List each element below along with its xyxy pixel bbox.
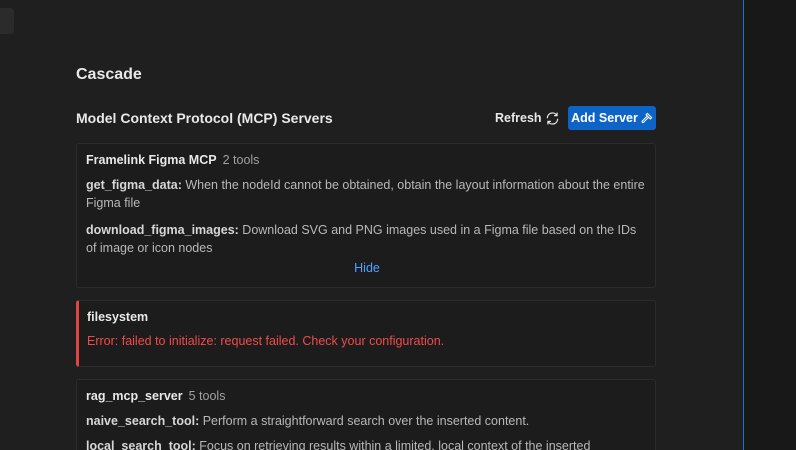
tool-count: 5 tools bbox=[188, 389, 226, 403]
server-error-message: Error: failed to initialize: request fai… bbox=[87, 334, 445, 348]
server-name: rag_mcp_server bbox=[86, 389, 183, 403]
tool-count: 2 tools bbox=[222, 153, 260, 167]
server-card-filesystem: filesystem Error: failed to initialize: … bbox=[76, 300, 656, 367]
server-name: Framelink Figma MCP bbox=[86, 153, 217, 167]
hammer-icon bbox=[641, 112, 653, 124]
server-card-figma: Framelink Figma MCP 2 tools get_figma_dat… bbox=[76, 143, 656, 288]
server-name: filesystem bbox=[87, 310, 149, 324]
tool-description: Perform a straightforward search over th… bbox=[199, 414, 530, 428]
tool-name: local_search_tool: bbox=[86, 439, 196, 450]
tool-description: Focus on retrieving results within a lim… bbox=[195, 439, 591, 450]
refresh-button[interactable]: Refresh bbox=[495, 109, 560, 127]
refresh-icon bbox=[546, 111, 558, 125]
mcp-section-title: Model Context Protocol (MCP) Servers bbox=[76, 110, 333, 126]
tool-name: download_figma_images: bbox=[86, 223, 239, 237]
right-editor-pane bbox=[743, 0, 796, 450]
hide-tools-link[interactable]: Hide bbox=[77, 261, 657, 275]
refresh-label: Refresh bbox=[495, 111, 542, 125]
cascade-section-title: Cascade bbox=[76, 66, 142, 83]
tool-item: local_search_tool: Focus on retrieving r… bbox=[86, 437, 646, 450]
tool-item: download_figma_images: Download SVG and … bbox=[86, 221, 646, 257]
add-server-label: Add Server bbox=[571, 111, 638, 125]
server-card-rag: rag_mcp_server 5 tools naive_search_tool:… bbox=[76, 379, 656, 450]
tool-item: get_figma_data: When the nodeId cannot b… bbox=[86, 176, 646, 212]
app-window: Cascade Model Context Protocol (MCP) Ser… bbox=[0, 0, 796, 450]
server-card-header: rag_mcp_server 5 tools bbox=[86, 389, 225, 403]
sidebar-tab-stub[interactable] bbox=[0, 8, 14, 34]
tool-name: get_figma_data: bbox=[86, 178, 182, 192]
mcp-header: Model Context Protocol (MCP) Servers Ref… bbox=[76, 106, 656, 130]
tool-name: naive_search_tool: bbox=[86, 414, 200, 428]
server-card-header: filesystem bbox=[87, 310, 148, 324]
server-card-header: Framelink Figma MCP 2 tools bbox=[86, 153, 259, 167]
tool-item: naive_search_tool: Perform a straightfor… bbox=[86, 412, 646, 430]
add-server-button[interactable]: Add Server bbox=[568, 106, 656, 130]
